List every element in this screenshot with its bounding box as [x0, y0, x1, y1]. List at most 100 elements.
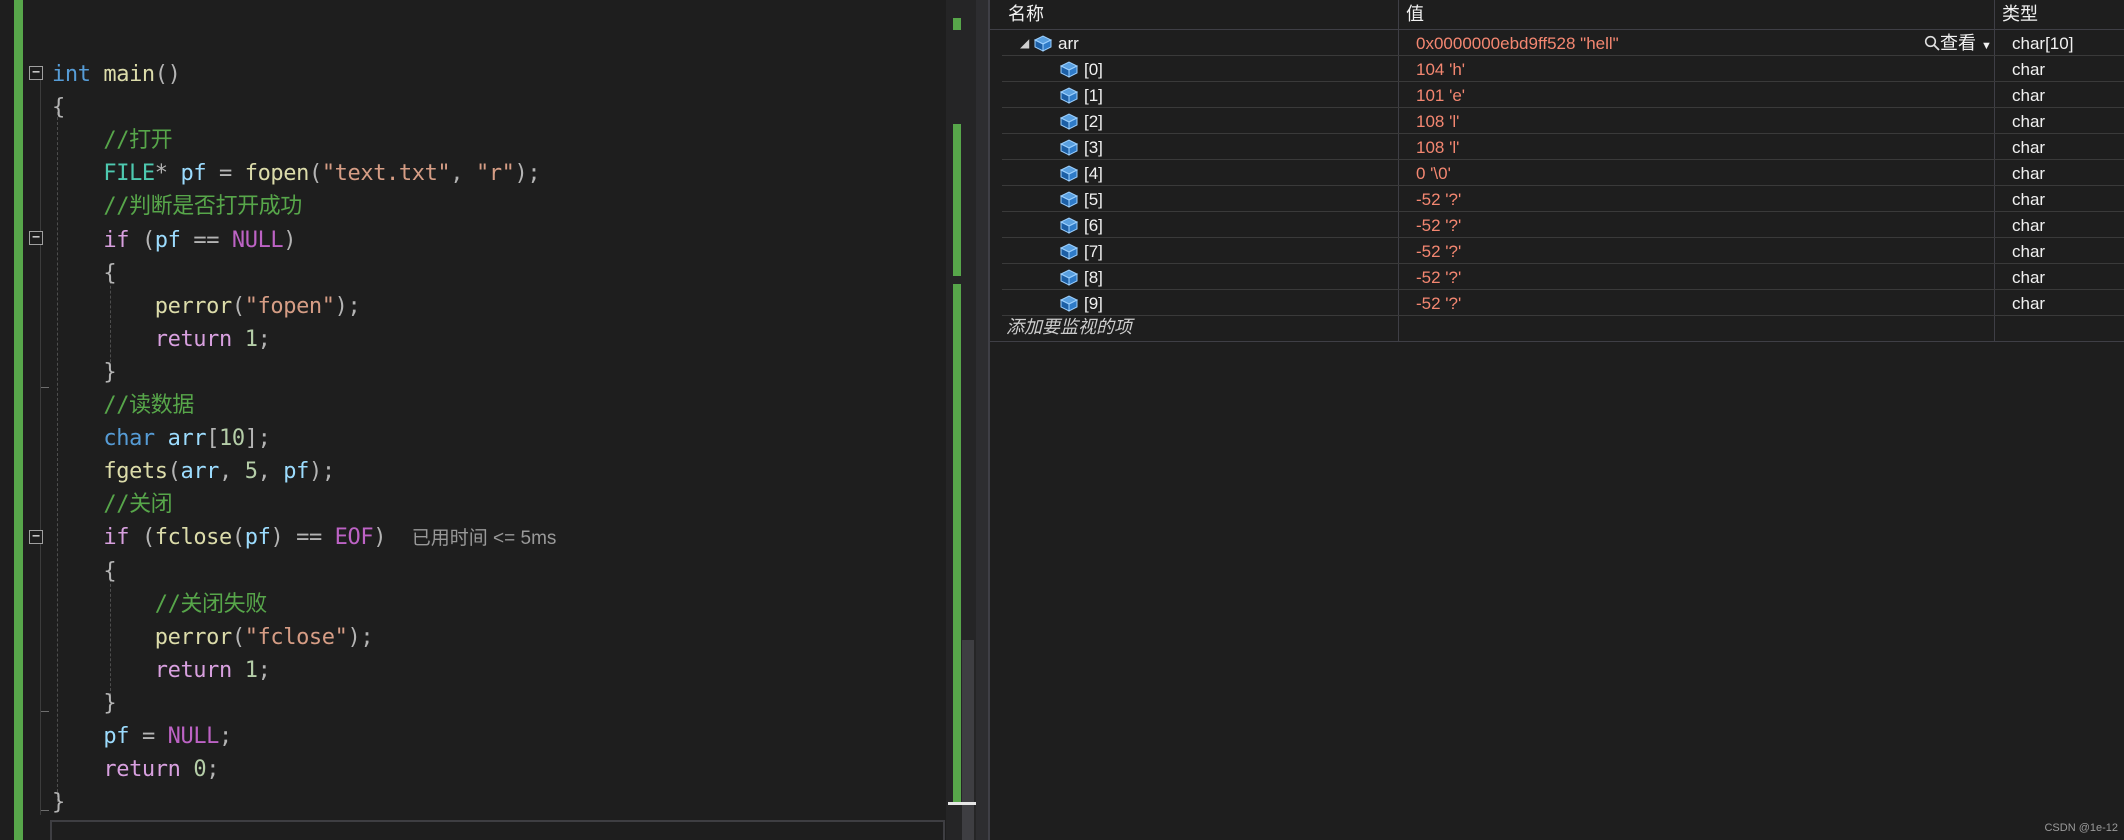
code-token: (: [129, 525, 155, 550]
column-header-name[interactable]: 名称: [1008, 0, 1044, 29]
code-line[interactable]: //判断是否打开成功: [52, 190, 302, 223]
code-token: perror: [154, 294, 232, 319]
watch-type: char: [2012, 190, 2046, 209]
add-watch-row[interactable]: [990, 316, 2124, 342]
code-token: (: [231, 294, 245, 319]
fold-toggle-if-fclose[interactable]: −: [29, 530, 43, 544]
code-line[interactable]: }: [52, 356, 116, 389]
code-token: if: [103, 228, 130, 253]
watch-value[interactable]: 104 'h': [1416, 56, 1465, 81]
watch-value[interactable]: 0 '\0': [1416, 160, 1451, 185]
watch-row-element[interactable]: [2] 108 'l' char: [1002, 108, 2124, 134]
code-line[interactable]: //读数据: [52, 389, 194, 422]
code-line[interactable]: FILE* pf = fopen("text.txt", "r");: [52, 157, 540, 190]
code-token: }: [52, 691, 117, 716]
code-line[interactable]: fgets(arr, 5, pf);: [52, 455, 335, 488]
code-line[interactable]: perror("fopen");: [52, 290, 361, 323]
watch-value[interactable]: 108 'l': [1416, 108, 1459, 133]
code-line[interactable]: int main(): [52, 58, 181, 91]
column-header-type[interactable]: 类型: [2002, 0, 2038, 29]
variable-cube-icon: [1059, 87, 1079, 104]
code-token: ) ==: [270, 525, 335, 550]
code-line[interactable]: //关闭: [52, 488, 172, 521]
watch-name: [6]: [1084, 216, 1103, 235]
watch-value[interactable]: -52 '?': [1416, 186, 1461, 211]
code-token: );: [514, 161, 541, 186]
watch-name: [3]: [1084, 138, 1103, 157]
code-line[interactable]: }: [52, 786, 65, 819]
watch-value[interactable]: -52 '?': [1416, 264, 1461, 289]
code-token: (: [308, 161, 322, 186]
editor-horizontal-scrollbar[interactable]: [50, 820, 945, 840]
watch-type: char: [2012, 216, 2046, 235]
watch-row-element[interactable]: [3] 108 'l' char: [1002, 134, 2124, 160]
code-token: char: [103, 426, 155, 451]
watch-value[interactable]: -52 '?': [1416, 238, 1461, 263]
code-editor[interactable]: − − − int main(){ //打开 FILE* pf = fopen(…: [0, 0, 955, 840]
code-line[interactable]: {: [52, 91, 65, 124]
code-line[interactable]: //关闭失败: [52, 588, 268, 621]
variable-cube-icon: [1059, 269, 1079, 286]
watch-name: [0]: [1084, 60, 1103, 79]
watch-row-arr[interactable]: ◢ arr 0x0000000ebd9ff528 "hell" 查看 ▼ cha…: [1002, 30, 2124, 56]
code-line[interactable]: return 1;: [52, 654, 271, 687]
watch-row-element[interactable]: [0] 104 'h' char: [1002, 56, 2124, 82]
code-token: //读数据: [52, 393, 194, 418]
code-token: *: [154, 161, 181, 186]
code-line[interactable]: if (pf == NULL): [52, 224, 296, 257]
code-line[interactable]: {: [52, 555, 116, 588]
code-token: 1: [244, 658, 258, 683]
code-line[interactable]: return 1;: [52, 323, 271, 356]
watch-value[interactable]: -52 '?': [1416, 212, 1461, 237]
column-header-value[interactable]: 值: [1406, 0, 1424, 29]
code-line[interactable]: char arr[10];: [52, 422, 270, 455]
code-line[interactable]: pf = NULL;: [52, 720, 232, 753]
watch-value[interactable]: -52 '?': [1416, 290, 1461, 315]
variable-cube-icon: [1059, 61, 1079, 78]
code-token: 1: [244, 327, 258, 352]
fold-toggle-if-null[interactable]: −: [29, 231, 43, 245]
code-token: (: [231, 625, 245, 650]
watch-row-element[interactable]: [8] -52 '?' char: [1002, 264, 2124, 290]
scrollbar-thumb[interactable]: [962, 640, 974, 840]
code-line[interactable]: {: [52, 257, 116, 290]
change-tracking-bar: [14, 0, 23, 840]
watch-row-element[interactable]: [6] -52 '?' char: [1002, 212, 2124, 238]
code-token: NULL: [167, 724, 220, 749]
fold-toggle-main[interactable]: −: [29, 66, 43, 80]
code-token: NULL: [231, 228, 284, 253]
code-token: (): [154, 62, 181, 87]
watch-value[interactable]: 108 'l': [1416, 134, 1459, 159]
code-token: ,: [219, 459, 245, 484]
code-line[interactable]: return 0;: [52, 753, 219, 786]
watch-row-element[interactable]: [9] -52 '?' char: [1002, 290, 2124, 316]
scroll-caret-marker: [948, 802, 976, 805]
code-line[interactable]: //打开: [52, 124, 172, 157]
add-watch-placeholder[interactable]: 添加要监视的项: [1006, 312, 1132, 342]
code-token: pf: [103, 724, 130, 749]
variable-cube-icon: [1059, 295, 1079, 312]
editor-vertical-scrollbar[interactable]: [946, 0, 976, 840]
view-visualizer-button[interactable]: 查看 ▼: [1924, 30, 1992, 55]
watch-name: [5]: [1084, 190, 1103, 209]
expand-collapse-triangle-icon[interactable]: ◢: [1020, 30, 1029, 56]
watch-row-element[interactable]: [1] 101 'e' char: [1002, 82, 2124, 108]
code-line[interactable]: if (fclose(pf) == EOF) 已用时间 <= 5ms: [52, 521, 556, 554]
watch-row-element[interactable]: [7] -52 '?' char: [1002, 238, 2124, 264]
code-token: //关闭: [52, 492, 173, 517]
watch-value[interactable]: 0x0000000ebd9ff528 "hell": [1416, 30, 1619, 55]
code-line[interactable]: perror("fclose");: [52, 621, 374, 654]
watch-header: 名称 值 类型: [990, 0, 2124, 30]
watch-row-element[interactable]: [5] -52 '?' char: [1002, 186, 2124, 212]
code-token: 0: [193, 757, 207, 782]
watch-row-element[interactable]: [4] 0 '\0' char: [1002, 160, 2124, 186]
code-line[interactable]: }: [52, 687, 116, 720]
watch-value[interactable]: 101 'e': [1416, 82, 1465, 107]
code-token: int: [52, 62, 91, 87]
